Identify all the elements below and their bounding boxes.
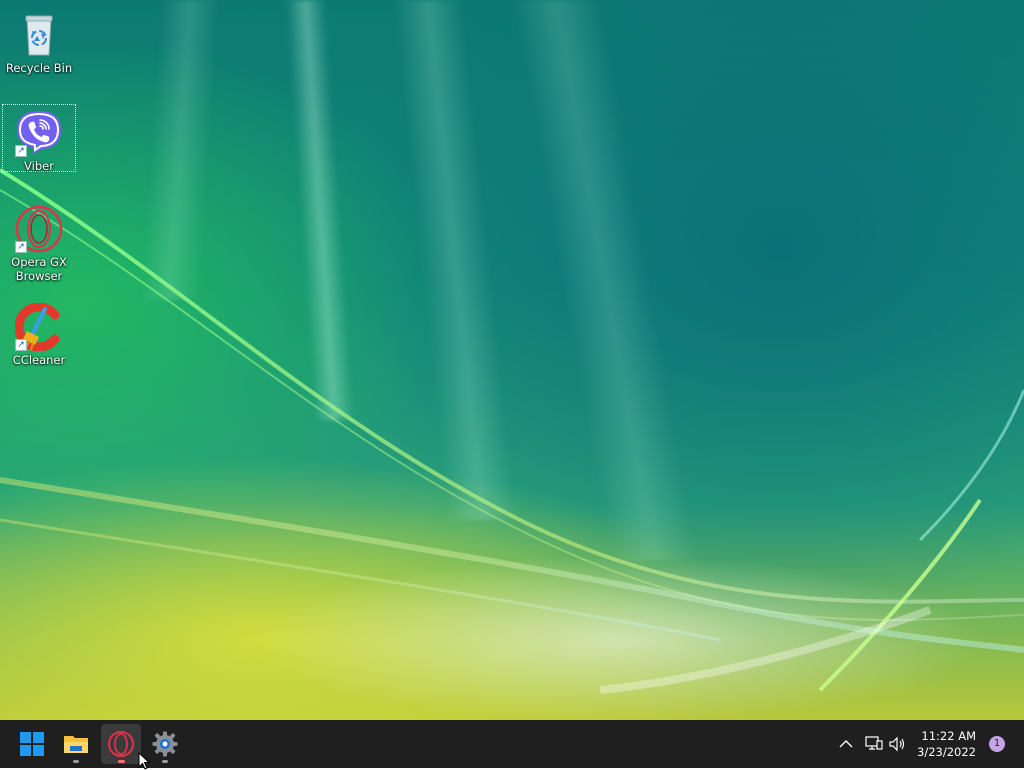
wallpaper-beam xyxy=(139,0,221,300)
show-hidden-icons-button[interactable] xyxy=(834,720,858,768)
opera-gx-icon: ↗ xyxy=(15,205,63,253)
wallpaper-beam xyxy=(510,0,700,560)
clock-button[interactable]: 11:22 AM 3/23/2022 xyxy=(906,728,976,760)
clock-time: 11:22 AM xyxy=(921,729,976,743)
desktop-icon-viber[interactable]: ↗ Viber xyxy=(2,104,76,173)
shortcut-arrow-icon: ↗ xyxy=(15,145,27,157)
desktop-icon-label: Viber xyxy=(24,159,54,173)
wallpaper-waves xyxy=(0,168,1024,694)
network-button[interactable] xyxy=(862,720,886,768)
taskbar-file-explorer-button[interactable] xyxy=(56,724,96,764)
desktop-icon-label: Opera GX Browser xyxy=(11,255,67,283)
taskbar-opera-gx-button[interactable] xyxy=(101,724,141,764)
desktop-background[interactable]: Recycle Bin ↗ Viber ↗ Opera GX Browser ↗… xyxy=(0,0,1024,720)
wallpaper-beam xyxy=(392,0,518,520)
notification-badge[interactable]: 1 xyxy=(989,736,1005,752)
ccleaner-icon: ↗ xyxy=(14,302,63,352)
volume-icon xyxy=(889,736,905,752)
shortcut-arrow-icon: ↗ xyxy=(15,241,27,253)
clock-date: 3/23/2022 xyxy=(917,745,976,759)
running-indicator xyxy=(162,760,168,763)
start-button[interactable] xyxy=(12,724,52,764)
desktop-icon-ccleaner[interactable]: ↗ CCleaner xyxy=(2,298,76,368)
recycle-bin-icon xyxy=(15,11,63,59)
taskbar: 11:22 AM 3/23/2022 1 xyxy=(0,720,1024,768)
chevron-up-icon xyxy=(839,740,853,748)
windows-start-icon xyxy=(20,732,44,756)
desktop-icon-recycle-bin[interactable]: Recycle Bin xyxy=(2,6,76,76)
opera-gx-icon xyxy=(108,731,134,757)
desktop-icon-label: CCleaner xyxy=(12,353,66,367)
file-explorer-icon xyxy=(64,736,88,753)
taskbar-settings-button[interactable] xyxy=(145,724,185,764)
desktop-icon-opera-gx[interactable]: ↗ Opera GX Browser xyxy=(2,200,76,284)
mouse-cursor-icon xyxy=(138,752,150,770)
desktop-icon-label: Recycle Bin xyxy=(5,61,73,75)
wallpaper-beam xyxy=(285,0,355,420)
shortcut-arrow-icon: ↗ xyxy=(15,339,27,351)
viber-icon: ↗ xyxy=(15,109,63,157)
settings-gear-icon xyxy=(152,731,178,757)
network-icon xyxy=(865,736,883,750)
running-indicator xyxy=(118,760,125,763)
running-indicator xyxy=(73,760,79,763)
